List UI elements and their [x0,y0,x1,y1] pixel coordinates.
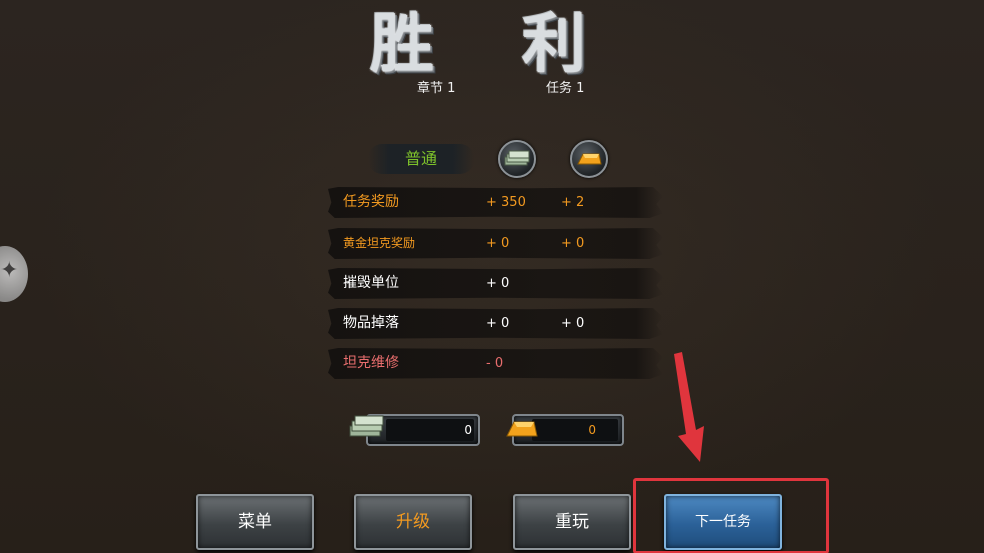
reward-label: 任务奖励 [343,194,399,210]
replay-button[interactable]: 重玩 [513,494,631,550]
reward-label: 黄金坦克奖励 [343,236,416,250]
reward-label: 坦克维修 [343,355,399,371]
reward-row-tank-repair: 坦克维修 - 0 [328,348,663,379]
next-mission-button[interactable]: 下一任务 [664,494,782,550]
mission-label: 任务 1 [546,81,585,96]
reward-gold-value: + 0 [561,236,585,251]
reward-cash-value: + 350 [486,195,526,210]
cash-stack-icon [498,140,536,178]
reward-gold-value: + 0 [561,316,585,331]
gold-bar-icon [504,414,540,446]
reward-label: 物品掉落 [343,315,399,331]
reward-row-item-drops: 物品掉落 + 0 + 0 [328,308,663,339]
arrow-annotation-icon [664,352,714,468]
reward-cash-value: + 0 [486,276,510,291]
menu-button[interactable]: 菜单 [196,494,314,550]
total-gold-value: 0 [588,423,596,437]
reward-cash-value: + 0 [486,236,510,251]
total-cash-value: 0 [464,423,472,437]
reward-row-gold-tank: 黄金坦克奖励 + 0 + 0 [328,228,663,259]
gold-bar-icon [570,140,608,178]
victory-title-left: 胜 [370,7,436,82]
difficulty-badge: 普通 [368,144,474,174]
puzzle-icon: ✦ [0,258,19,283]
victory-title-right: 利 [522,7,588,82]
cash-stack-icon [348,412,388,446]
reward-row-destroyed-units: 摧毁单位 + 0 [328,268,663,299]
chapter-label: 章节 1 [417,81,456,96]
reward-row-mission: 任务奖励 + 350 + 2 [328,187,663,218]
reward-gold-value: + 2 [561,195,585,210]
victory-screen: 胜 利 章节 1 任务 1 普通 任务奖励 + 350 + 2 黄金坦克奖励 +… [0,0,984,553]
reward-cash-value: + 0 [486,316,510,331]
upgrade-button[interactable]: 升级 [354,494,472,550]
reward-cash-value: - 0 [486,356,504,371]
reward-label: 摧毁单位 [343,275,399,291]
side-menu-handle[interactable]: ✦ [0,246,28,302]
